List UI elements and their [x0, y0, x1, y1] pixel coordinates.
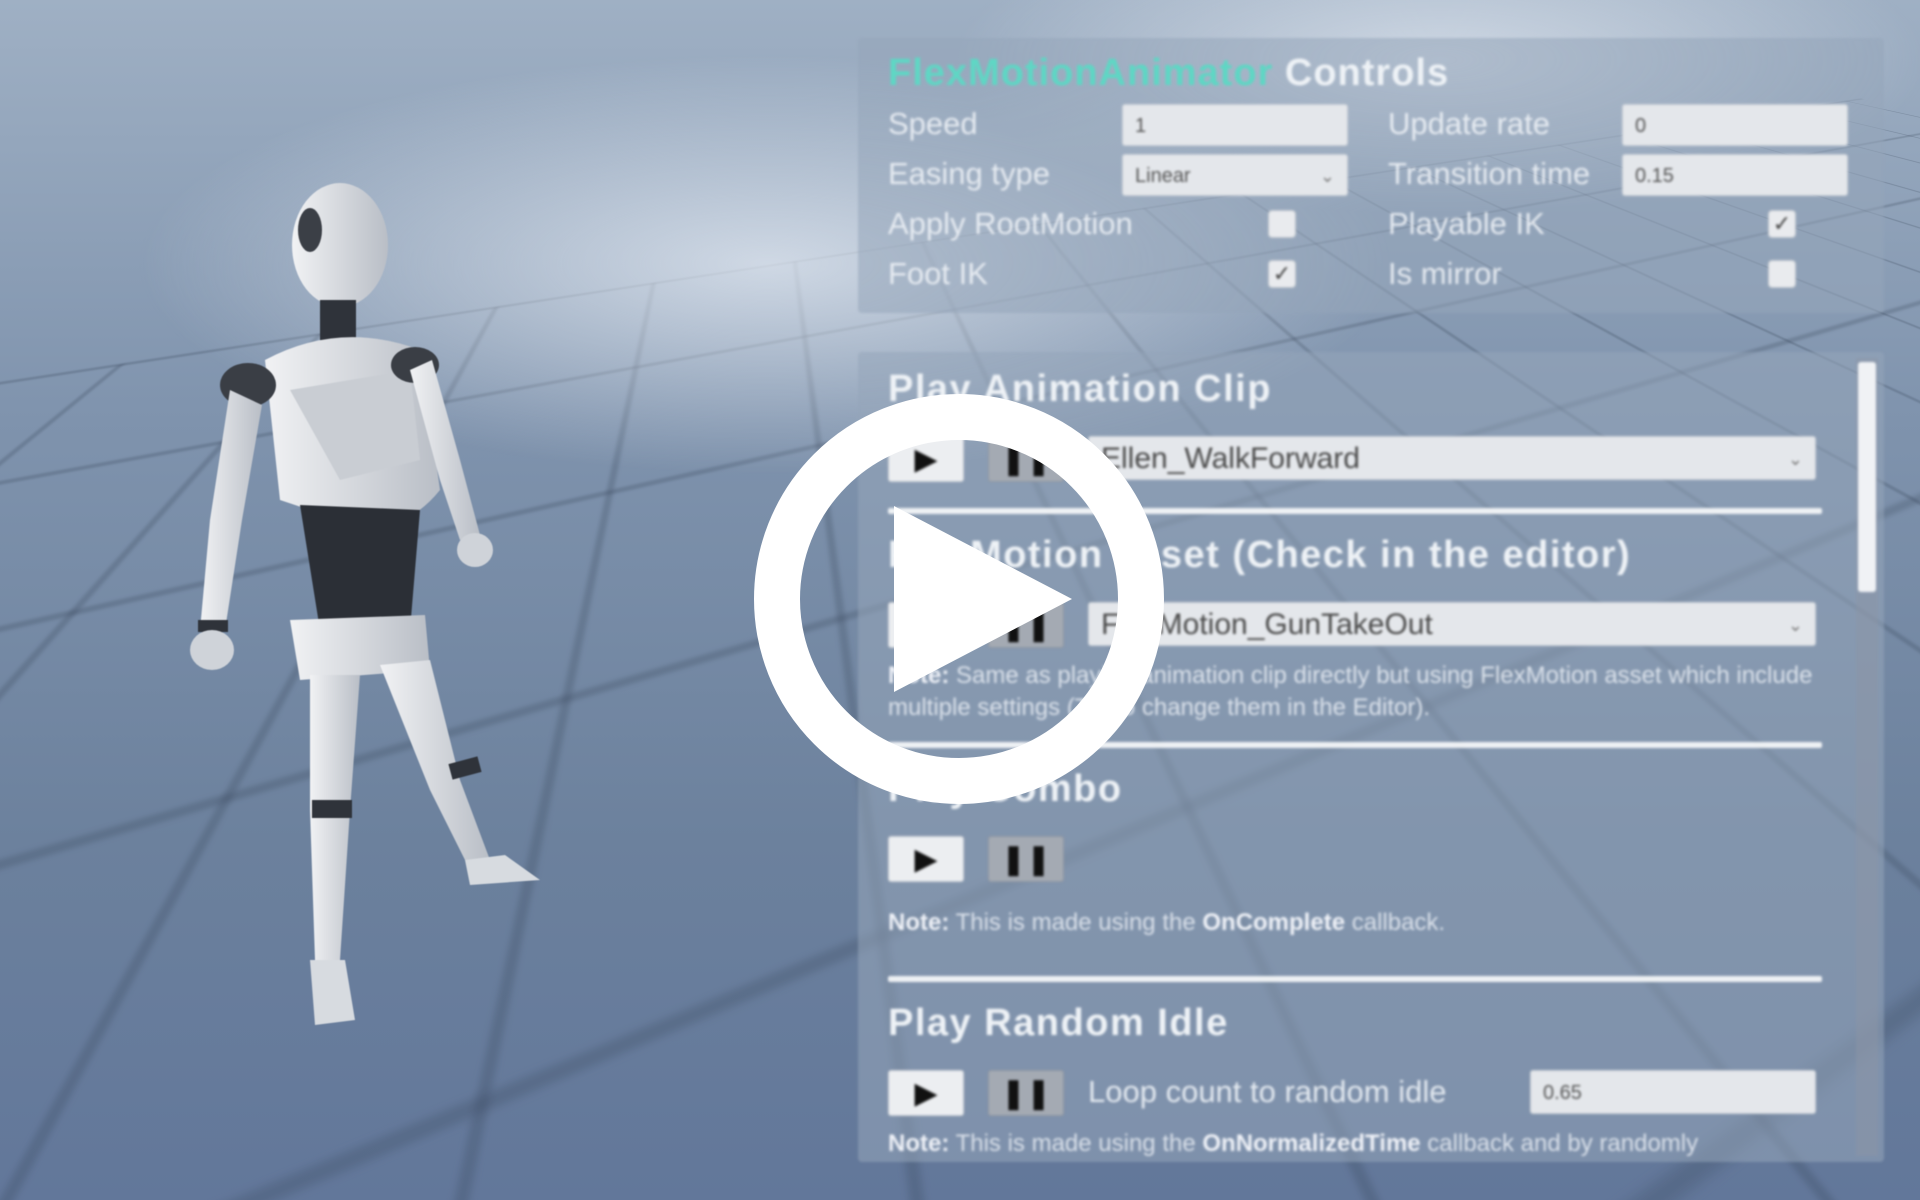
- easing-type-label: Easing type: [888, 156, 1050, 191]
- easing-type-select[interactable]: Linear ⌄: [1122, 154, 1348, 196]
- speed-input[interactable]: 1: [1122, 104, 1348, 146]
- flexmotion-asset-select[interactable]: FlexMotion_GunTakeOut ⌄: [1088, 602, 1816, 646]
- note-callback: OnNormalizedTime: [1202, 1130, 1421, 1157]
- note-text: This is made using the: [949, 1130, 1203, 1157]
- speed-label: Speed: [888, 106, 978, 141]
- idle-pause-button[interactable]: ❚❚: [988, 1070, 1064, 1116]
- section-divider: [888, 976, 1822, 982]
- update-rate-input[interactable]: 0: [1622, 104, 1848, 146]
- note-text: callback and by randomly: [1420, 1130, 1699, 1157]
- idle-play-button[interactable]: ▶: [888, 1070, 964, 1116]
- is-mirror-label: Is mirror: [1388, 256, 1502, 291]
- note-text: This is made using the: [949, 909, 1203, 936]
- transition-time-label: Transition time: [1388, 156, 1591, 191]
- robot-character: [190, 183, 540, 1025]
- combo-pause-button[interactable]: ❚❚: [988, 836, 1064, 882]
- transition-time-input[interactable]: 0.15: [1622, 154, 1848, 196]
- controls-title-rest: Controls: [1284, 52, 1450, 94]
- note-label: Note:: [888, 909, 950, 936]
- apply-root-motion-checkbox[interactable]: [1268, 210, 1296, 238]
- note-callback: OnComplete: [1202, 909, 1346, 936]
- animation-clip-select[interactable]: Ellen_WalkForward ⌄: [1088, 436, 1816, 480]
- loop-count-label: Loop count to random idle: [1088, 1074, 1447, 1109]
- scrollbar-thumb[interactable]: [1858, 362, 1876, 592]
- combo-note: Note: This is made using the OnComplete …: [888, 907, 1818, 939]
- update-rate-label: Update rate: [1388, 106, 1550, 141]
- play-circle-icon[interactable]: [754, 394, 1164, 804]
- foot-ik-checkbox[interactable]: ✓: [1268, 260, 1296, 288]
- note-text: callback.: [1345, 909, 1446, 936]
- controls-title: FlexMotionAnimator Controls: [888, 52, 1449, 95]
- easing-type-value: Linear: [1135, 165, 1191, 187]
- foot-ik-label: Foot IK: [888, 256, 988, 291]
- is-mirror-checkbox[interactable]: [1768, 260, 1796, 288]
- apply-root-motion-label: Apply RootMotion: [888, 206, 1133, 241]
- animator-controls-panel: FlexMotionAnimator Controls Speed 1 Upda…: [858, 38, 1884, 313]
- chevron-down-icon: ⌄: [1787, 449, 1803, 469]
- chevron-down-icon: ⌄: [1319, 166, 1335, 186]
- combo-play-button[interactable]: ▶: [888, 836, 964, 882]
- playable-ik-checkbox[interactable]: ✓: [1768, 210, 1796, 238]
- note-label: Note:: [888, 1130, 950, 1157]
- loop-count-input[interactable]: 0.65: [1530, 1070, 1816, 1114]
- playable-ik-label: Playable IK: [1388, 206, 1545, 241]
- controls-title-accent: FlexMotionAnimator: [888, 52, 1274, 94]
- play-random-idle-title: Play Random Idle: [888, 1002, 1229, 1044]
- idle-note: Note: This is made using the OnNormalize…: [888, 1128, 1818, 1160]
- chevron-down-icon: ⌄: [1787, 615, 1803, 635]
